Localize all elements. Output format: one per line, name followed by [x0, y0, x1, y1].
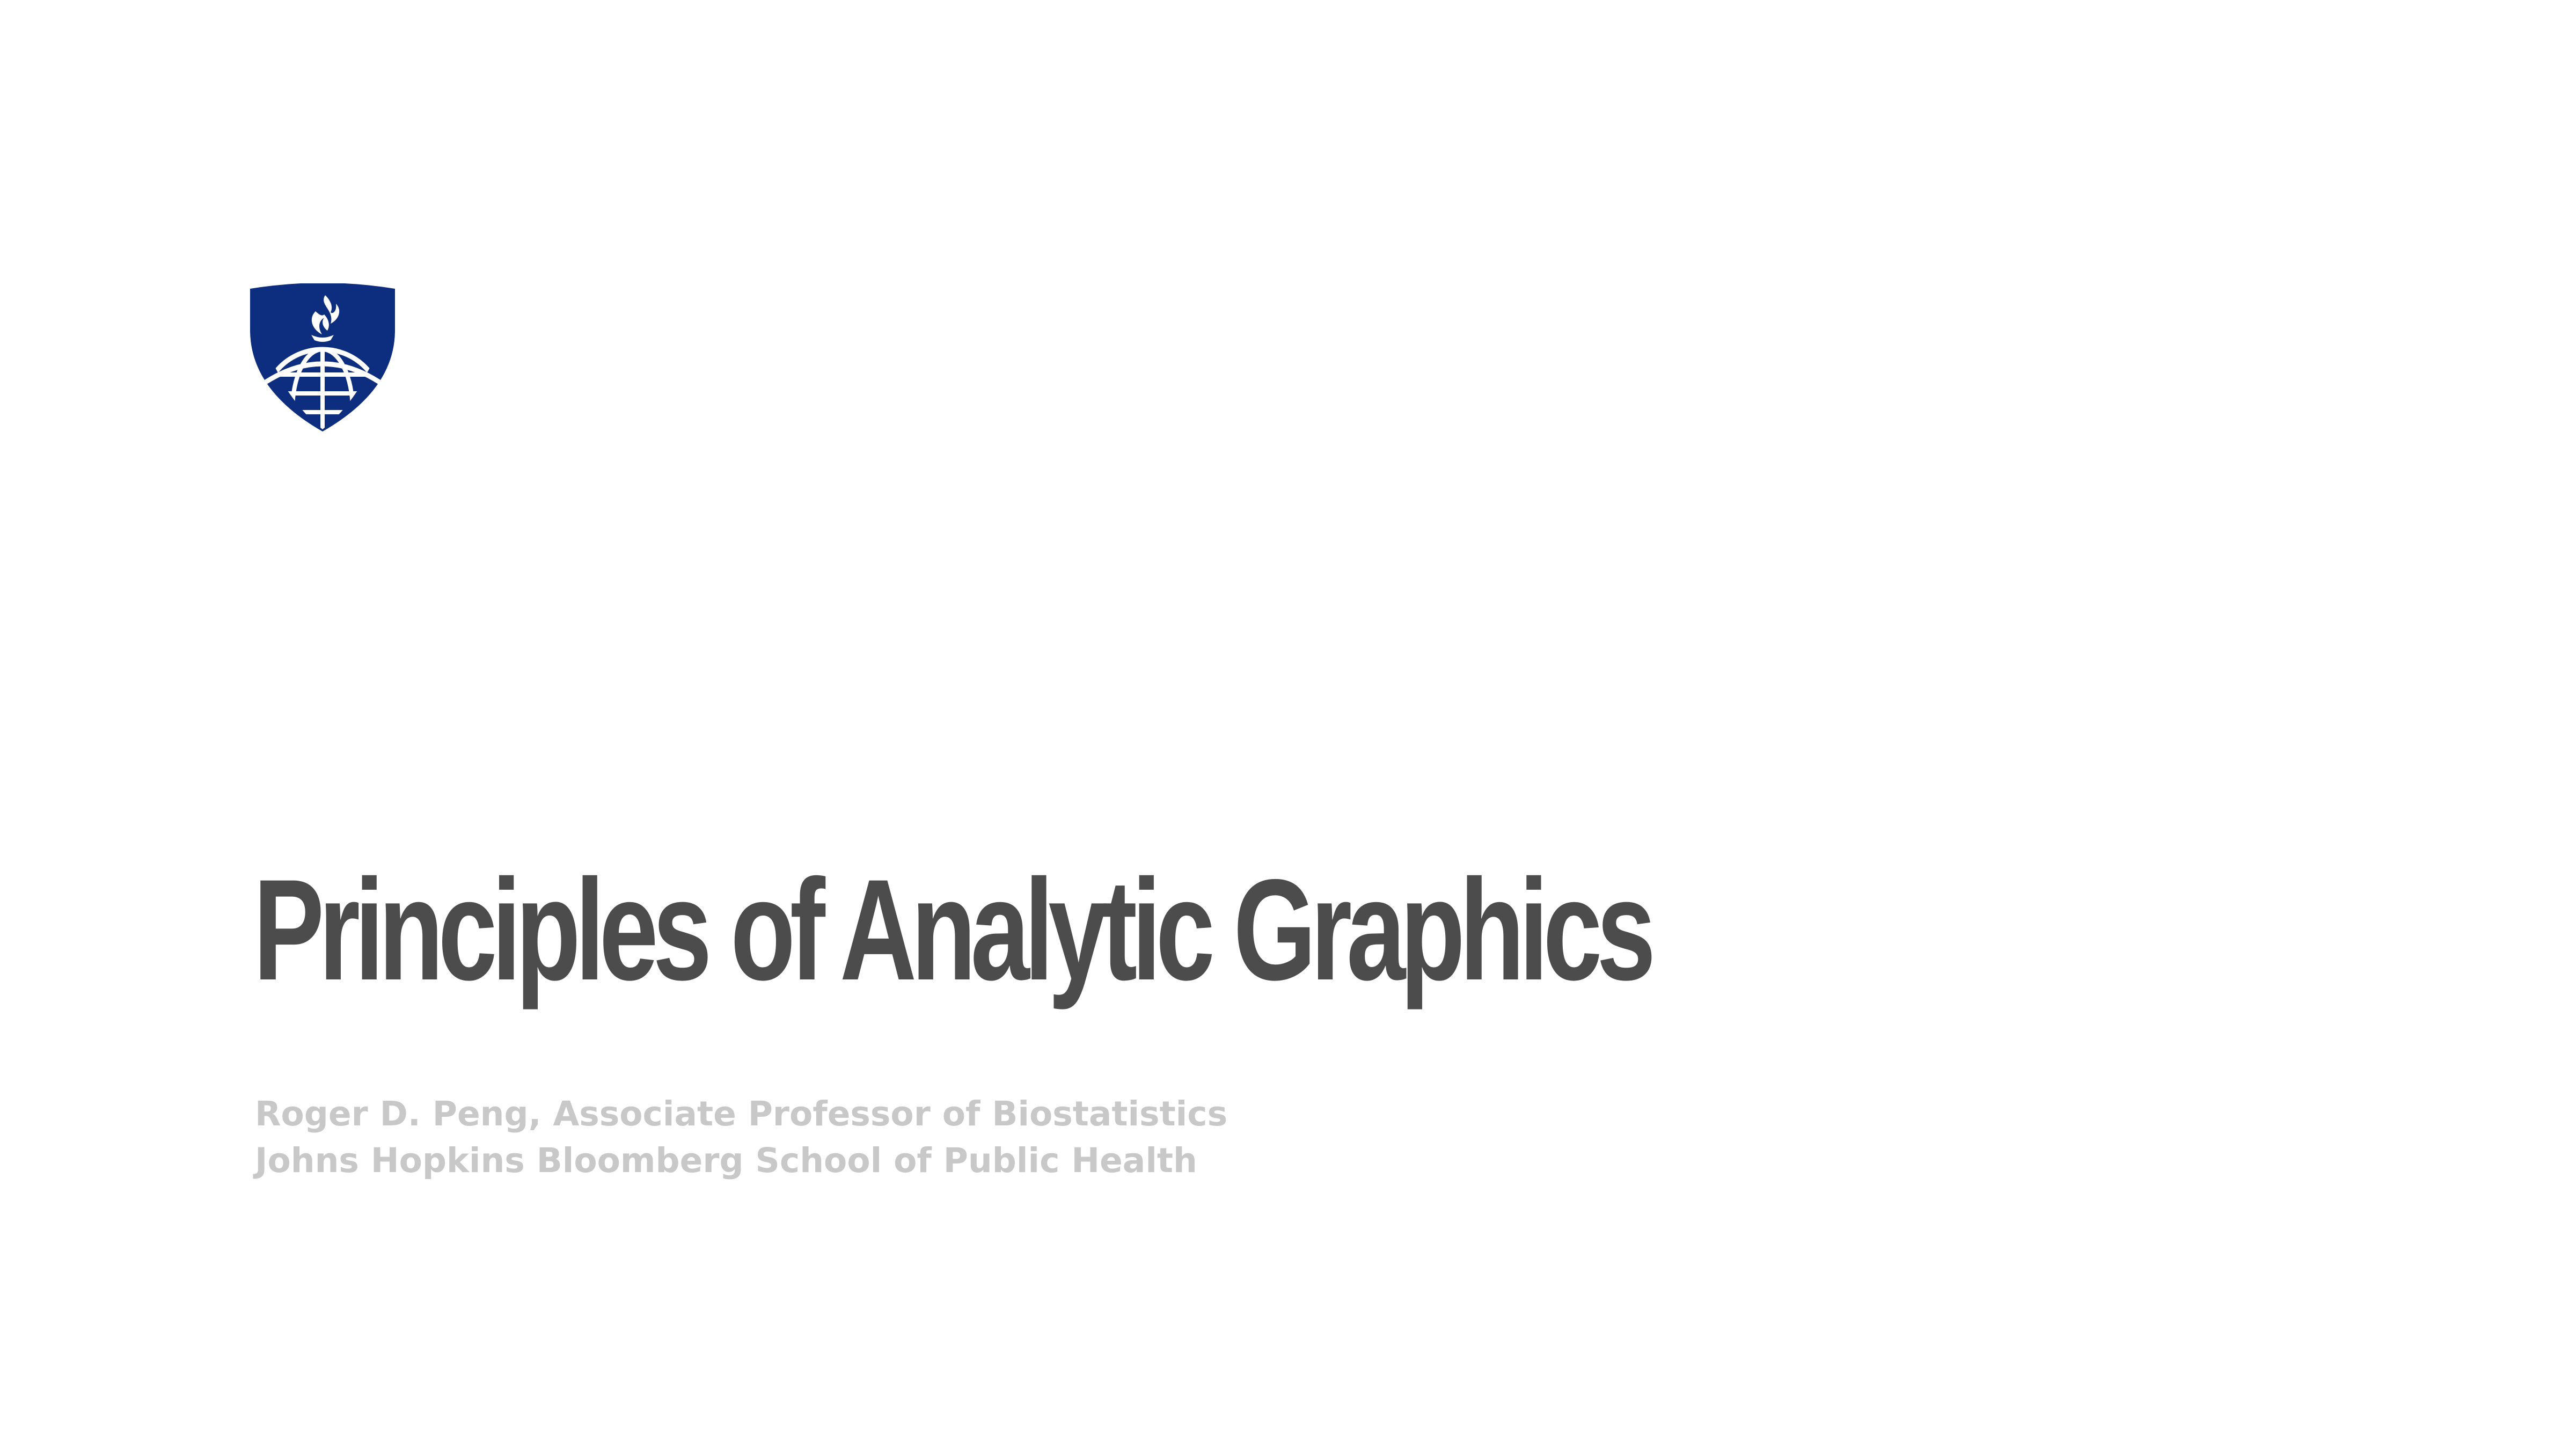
author-line: Roger D. Peng, Associate Professor of Bi… — [255, 1094, 1228, 1133]
title-slide: Principles of Analytic Graphics Roger D.… — [0, 0, 2576, 1449]
affiliation-line: Johns Hopkins Bloomberg School of Public… — [255, 1141, 1197, 1180]
slide-title: Principles of Analytic Graphics — [253, 849, 1656, 1010]
slide-subtitle: Roger D. Peng, Associate Professor of Bi… — [255, 1091, 1227, 1184]
university-shield-logo-icon — [250, 283, 395, 431]
